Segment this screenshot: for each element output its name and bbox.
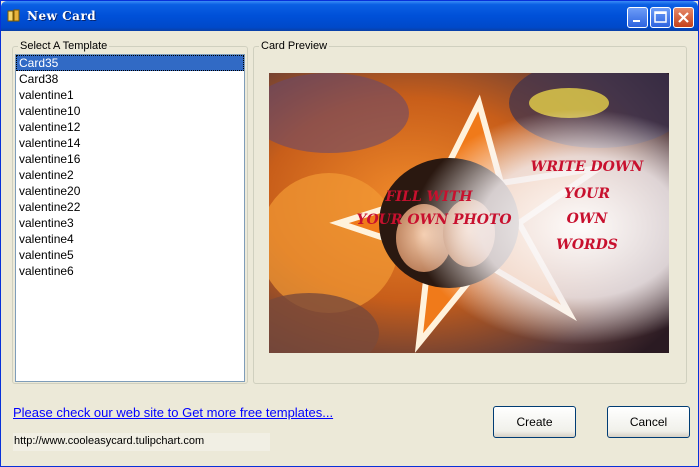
- template-list-item[interactable]: valentine10: [16, 103, 244, 119]
- words-text-line-1: WRITE DOWN: [531, 159, 645, 175]
- create-button[interactable]: Create: [493, 406, 576, 438]
- words-text-line-2: YOUR: [564, 186, 610, 202]
- website-url-label: http://www.cooleasycard.tulipchart.com: [13, 433, 270, 451]
- cancel-button[interactable]: Cancel: [607, 406, 690, 438]
- words-text-line-3: OWN: [567, 211, 609, 227]
- template-list-item[interactable]: valentine3: [16, 215, 244, 231]
- maximize-icon: [654, 11, 667, 23]
- words-text-line-4: WORDS: [556, 237, 618, 253]
- close-button[interactable]: [673, 7, 694, 28]
- template-list-item[interactable]: valentine12: [16, 119, 244, 135]
- template-list-item[interactable]: valentine22: [16, 199, 244, 215]
- preview-group-label: Card Preview: [261, 40, 328, 52]
- template-list-item[interactable]: valentine4: [16, 231, 244, 247]
- template-list-item[interactable]: Card38: [16, 71, 244, 87]
- card-preview-image: FILL WITH YOUR OWN PHOTO WRITE DOWN YOUR…: [269, 73, 669, 353]
- template-list-item[interactable]: valentine16: [16, 151, 244, 167]
- template-list-item[interactable]: Card35: [16, 55, 244, 71]
- photo-text-line-1: FILL WITH: [385, 189, 474, 205]
- template-list-item[interactable]: valentine6: [16, 263, 244, 279]
- new-card-window: New Card Select A Template Card35 Card38 v…: [0, 0, 699, 467]
- more-templates-link[interactable]: Please check our web site to Get more fr…: [13, 405, 333, 420]
- template-group-label: Select A Template: [20, 40, 108, 52]
- maximize-button[interactable]: [650, 7, 671, 28]
- window-title: New Card: [27, 9, 97, 23]
- template-list-item[interactable]: valentine5: [16, 247, 244, 263]
- template-list-item[interactable]: valentine1: [16, 87, 244, 103]
- title-bar[interactable]: New Card: [1, 1, 698, 31]
- template-list-item[interactable]: valentine2: [16, 167, 244, 183]
- template-list[interactable]: Card35 Card38 valentine1 valentine10 valenti…: [15, 54, 245, 382]
- card-book-icon: [7, 9, 20, 22]
- close-icon: [678, 12, 689, 23]
- template-list-item[interactable]: valentine20: [16, 183, 244, 199]
- minimize-icon: [633, 20, 640, 22]
- minimize-button[interactable]: [627, 7, 648, 28]
- photo-text-line-2: YOUR OWN PHOTO: [356, 212, 512, 228]
- template-list-item[interactable]: valentine14: [16, 135, 244, 151]
